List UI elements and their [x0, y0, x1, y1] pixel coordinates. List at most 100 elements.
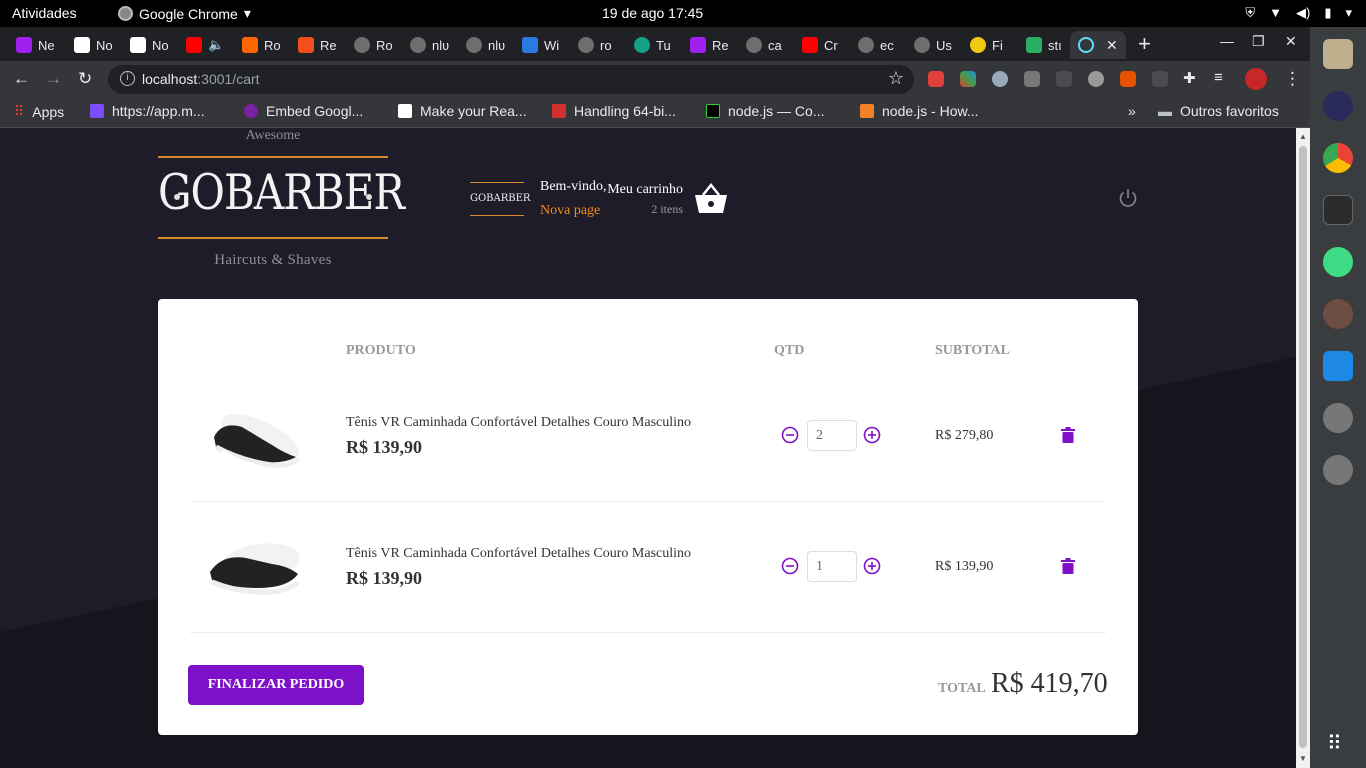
tab[interactable]: Us — [906, 31, 960, 59]
speaker-icon: 🔈 — [208, 37, 225, 52]
tab[interactable]: Fi — [962, 31, 1016, 59]
clock[interactable]: 19 de ago 17:45 — [602, 5, 703, 21]
app-icon[interactable] — [1323, 91, 1353, 121]
forward-icon[interactable]: → — [45, 69, 62, 89]
tab[interactable]: stı — [1018, 31, 1068, 59]
tab[interactable]: nlʋ — [402, 31, 456, 59]
extension-icon[interactable] — [992, 71, 1008, 87]
reload-icon[interactable]: ↻ — [78, 69, 92, 89]
scroll-up-icon[interactable]: ▲ — [1299, 132, 1307, 141]
avatar[interactable] — [1245, 68, 1267, 90]
trash-icon[interactable] — [1061, 427, 1075, 443]
tab[interactable]: Ro — [234, 31, 288, 59]
basket-icon[interactable] — [693, 183, 729, 215]
plus-circle-icon[interactable] — [863, 426, 881, 444]
media-icon[interactable]: ≡ — [1214, 69, 1223, 86]
finish-order-button[interactable]: FINALIZAR PEDIDO — [188, 665, 364, 705]
tab[interactable]: Cr — [794, 31, 848, 59]
extension-icon[interactable] — [1056, 71, 1072, 87]
bookmark-item[interactable]: Handling 64-bi... — [552, 103, 676, 119]
minus-circle-icon[interactable] — [781, 426, 799, 444]
column-header-subtotal: SUBTOTAL — [935, 343, 1010, 358]
minus-circle-icon[interactable] — [781, 557, 799, 575]
vscode-icon[interactable] — [1323, 351, 1353, 381]
tab[interactable]: Wi — [514, 31, 568, 59]
quantity-input[interactable]: 1 — [807, 551, 857, 582]
tab[interactable]: ec — [850, 31, 904, 59]
tab[interactable]: No — [66, 31, 120, 59]
brand-tagline-bottom: Haircuts & Shaves — [214, 252, 332, 268]
shield-icon: ⛨ — [1245, 5, 1256, 20]
scrollbar-thumb[interactable] — [1299, 146, 1307, 748]
tab-label: Fi — [992, 37, 1003, 53]
tab-favicon-icon — [802, 37, 818, 53]
system-tray[interactable]: ⛨ ▼ ◀) ▮ ▾ — [1245, 5, 1352, 21]
power-icon[interactable] — [1117, 187, 1139, 209]
close-tab-icon[interactable]: ✕ — [1106, 37, 1118, 54]
trash-icon[interactable] — [1061, 558, 1075, 574]
maximize-icon[interactable]: ❐ — [1252, 33, 1265, 50]
scroll-down-icon[interactable]: ▼ — [1299, 754, 1307, 763]
bookmark-star-icon[interactable]: ☆ — [888, 68, 904, 89]
bookmark-item[interactable]: Make your Rea... — [398, 103, 527, 119]
extension-icon[interactable] — [1152, 71, 1168, 87]
tab[interactable]: nlʋ — [458, 31, 512, 59]
extension-icon[interactable] — [1024, 71, 1040, 87]
product-price: R$ 139,90 — [346, 568, 422, 588]
back-icon[interactable]: ← — [13, 69, 30, 89]
tab[interactable]: Re — [290, 31, 344, 59]
tab[interactable]: 🔈 — [178, 31, 232, 59]
chrome-icon[interactable] — [1323, 143, 1353, 173]
brand-logo[interactable]: Awesome GOBARBER Haircuts & Shaves — [158, 128, 405, 274]
tab[interactable]: No — [122, 31, 176, 59]
tab[interactable]: Ne — [8, 31, 62, 59]
bookmark-item[interactable]: Embed Googl... — [244, 103, 363, 119]
tab[interactable]: Re — [682, 31, 736, 59]
tab[interactable]: ro — [570, 31, 624, 59]
bookmark-item[interactable]: node.js - How... — [860, 103, 979, 119]
tab-label: Ro — [376, 37, 393, 53]
total-value: R$ 419,70 — [991, 668, 1108, 699]
bookmark-item[interactable]: node.js — Co... — [706, 103, 825, 119]
mini-logo[interactable]: GOBARBER — [470, 182, 530, 216]
plus-circle-icon[interactable] — [863, 557, 881, 575]
android-studio-icon[interactable] — [1323, 247, 1353, 277]
other-bookmarks-folder[interactable]: ▬ Outros favoritos — [1158, 103, 1279, 119]
show-apps-icon[interactable]: ⠿ — [1327, 731, 1342, 756]
tab[interactable]: Tu — [626, 31, 680, 59]
disk-icon[interactable] — [1323, 403, 1353, 433]
bookmarks-overflow-button[interactable]: » — [1128, 103, 1136, 119]
extension-icon[interactable] — [928, 71, 944, 87]
extension-icon[interactable] — [960, 71, 976, 87]
app-menu[interactable]: Google Chrome ▾ — [118, 5, 251, 22]
product-image[interactable] — [202, 391, 302, 471]
app-icon[interactable] — [1323, 299, 1353, 329]
tab[interactable]: Ro — [346, 31, 400, 59]
quantity-input[interactable]: 2 — [807, 420, 857, 451]
tab-active[interactable]: ✕ — [1070, 31, 1126, 59]
product-image[interactable] — [202, 522, 302, 602]
info-icon[interactable]: i — [120, 71, 135, 86]
bookmark-item[interactable]: https://app.m... — [90, 103, 205, 119]
extension-icon[interactable] — [1120, 71, 1136, 87]
page-scrollbar[interactable]: ▲ ▼ — [1296, 128, 1310, 768]
volume-icon: ◀) — [1295, 5, 1311, 20]
terminal-icon[interactable] — [1323, 195, 1353, 225]
address-bar[interactable]: i localhost:3001/cart ☆ — [108, 65, 914, 94]
cart-link[interactable]: Meu carrinho 2 itens — [607, 182, 683, 217]
tab-favicon-icon — [130, 37, 146, 53]
tab[interactable]: ca — [738, 31, 792, 59]
activities-button[interactable]: Atividades — [12, 5, 77, 21]
new-page-link[interactable]: Nova page — [540, 203, 600, 219]
extension-icon[interactable] — [1088, 71, 1104, 87]
menu-kebab-icon[interactable]: ⋮ — [1284, 69, 1301, 89]
new-tab-button[interactable]: + — [1138, 31, 1151, 57]
minimize-icon[interactable]: — — [1220, 33, 1234, 49]
puzzle-icon[interactable]: ✚ — [1183, 69, 1196, 87]
files-icon[interactable] — [1323, 39, 1353, 69]
tab-label: Re — [712, 37, 729, 53]
bookmark-apps[interactable]: ⠿ Apps — [14, 103, 64, 120]
disk-icon[interactable] — [1323, 455, 1353, 485]
tab-label: ca — [768, 37, 782, 53]
close-window-icon[interactable]: ✕ — [1285, 33, 1297, 50]
